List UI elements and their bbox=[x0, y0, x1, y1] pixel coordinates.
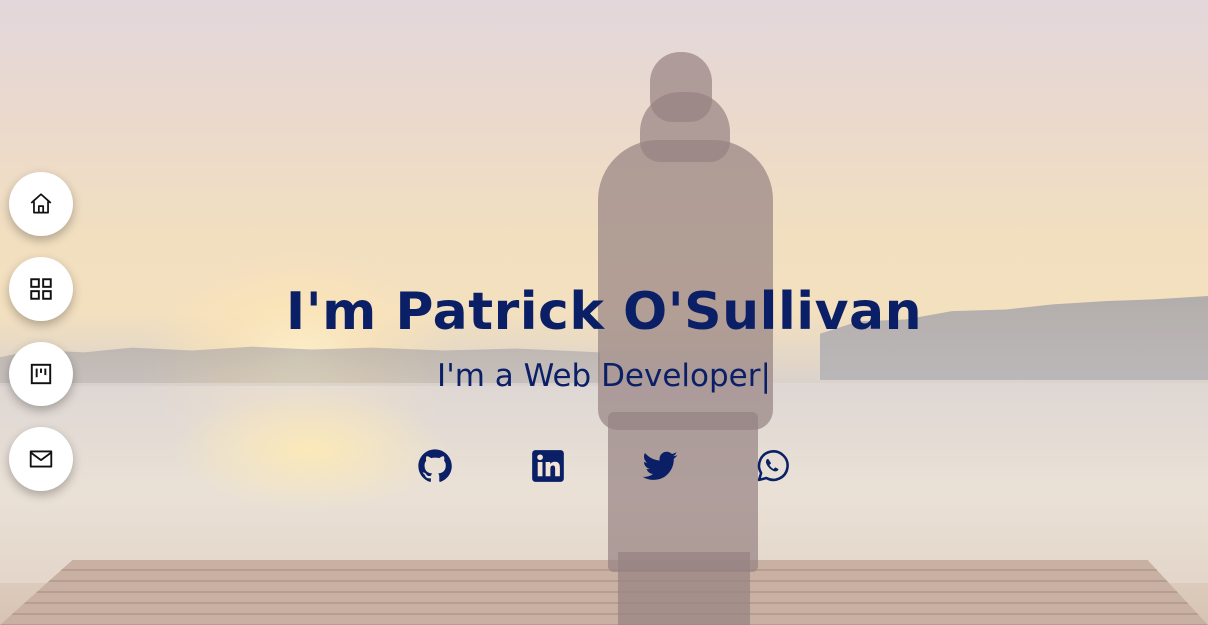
twitter-icon bbox=[642, 451, 678, 480]
linkedin-icon bbox=[532, 450, 564, 482]
whatsapp-icon bbox=[757, 450, 789, 482]
hero-section: I'm Patrick O'Sullivan I'm a Web Develop… bbox=[0, 0, 1208, 625]
github-link[interactable] bbox=[415, 446, 455, 486]
role-subtitle: I'm a Web Developer| bbox=[0, 356, 1208, 396]
typed-role: Web Developer bbox=[523, 358, 761, 394]
name-heading: I'm Patrick O'Sullivan bbox=[285, 282, 923, 342]
linkedin-link[interactable] bbox=[528, 446, 568, 486]
whatsapp-link[interactable] bbox=[753, 446, 793, 486]
social-links bbox=[0, 446, 1208, 490]
github-icon bbox=[418, 449, 452, 482]
twitter-link[interactable] bbox=[640, 446, 680, 486]
subtitle-prefix: I'm a bbox=[437, 358, 514, 394]
typing-cursor: | bbox=[760, 358, 771, 394]
nav-home-button[interactable] bbox=[9, 172, 73, 236]
home-icon bbox=[30, 193, 52, 214]
hero-content: I'm Patrick O'Sullivan I'm a Web Develop… bbox=[0, 278, 1208, 396]
